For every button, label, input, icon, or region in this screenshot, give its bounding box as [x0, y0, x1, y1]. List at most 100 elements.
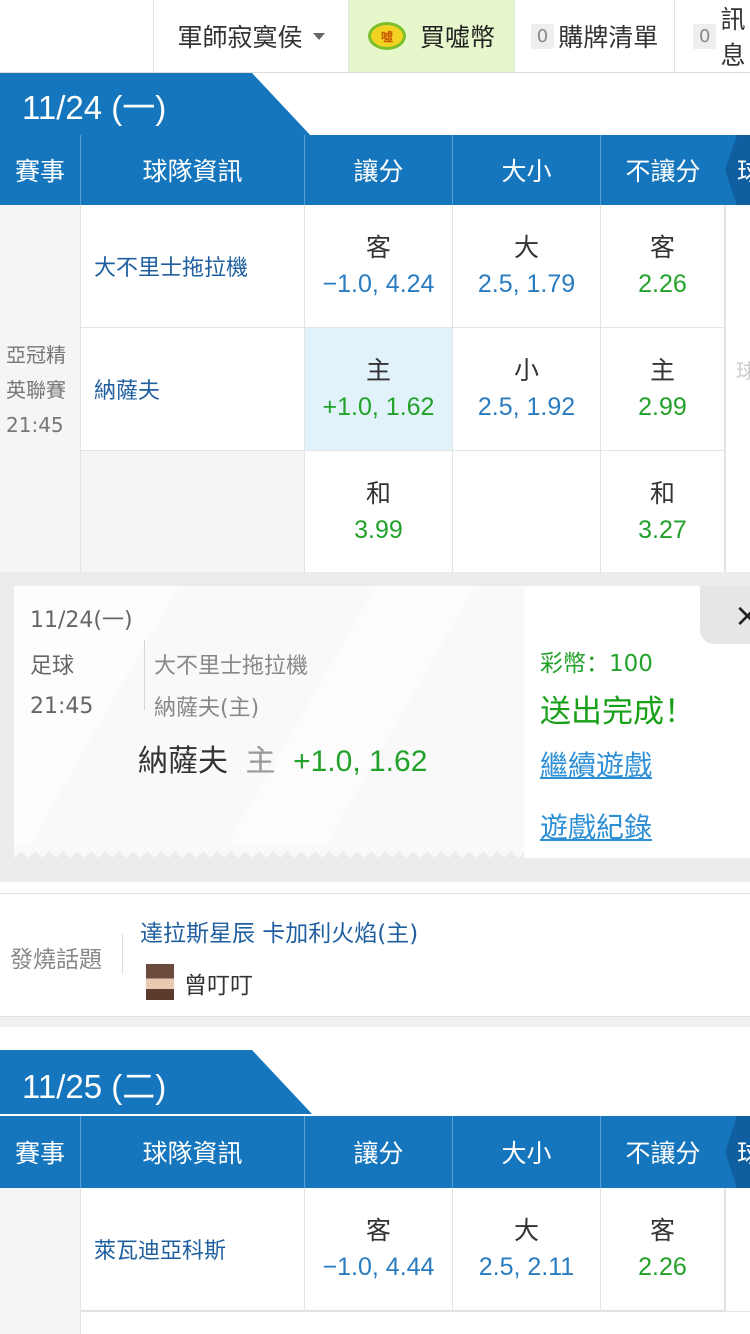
odds-total-under[interactable]: 小 2.5, 1.92 [453, 328, 601, 451]
ticket-time: 21:45 [30, 694, 94, 719]
header-spread: 讓分 [305, 1116, 453, 1188]
ticket-date: 11/24(一) [30, 608, 133, 633]
odds-label: 客 [649, 1216, 675, 1245]
date-tab: 11/25 (二) [0, 1050, 312, 1116]
odds-value: +1.0, 1.62 [322, 393, 435, 421]
game-history-link[interactable]: 遊戲紀錄 [540, 806, 652, 846]
team-away[interactable]: 大不里士拖拉機 [81, 205, 305, 328]
bet-list-count: 0 [530, 23, 555, 49]
hot-topic-divider [122, 934, 123, 974]
coins-text: 彩幣：100 [540, 651, 653, 677]
odds-spread-draw[interactable]: 和 3.99 [305, 451, 453, 574]
bet-ticket: 11/24(一) 足球 21:45 大不里士拖拉機 納薩夫(主) 納薩夫 主 +… [14, 586, 524, 844]
next-row-partial [81, 1311, 750, 1334]
messages-count: 0 [693, 23, 717, 49]
buy-coins-button[interactable]: 噓 買噓幣 [348, 0, 514, 72]
ticket-away-team: 大不里士拖拉機 [154, 654, 309, 679]
odds-label: 大 [513, 1216, 539, 1245]
header-moneyline: 不讓分 [625, 157, 701, 186]
header-team-info: 球隊資訊 [81, 1116, 305, 1188]
chevron-down-icon [312, 32, 325, 40]
continue-game-link[interactable]: 繼續遊戲 [540, 744, 652, 784]
header-match: 賽事 [0, 1116, 81, 1188]
ticket-pick: 納薩夫 主 +1.0, 1.62 [138, 736, 427, 780]
odds-label: 主 [365, 356, 391, 385]
odds-ml-home[interactable]: 主 2.99 [601, 328, 725, 451]
table-header: 賽事 球隊資訊 讓分 大小 不讓分 球 [0, 135, 750, 205]
date-tab: 11/24 (一) [0, 73, 312, 137]
team-home[interactable]: 納薩夫 [81, 328, 305, 451]
bet-confirmation-panel: 11/24(一) 足球 21:45 大不里士拖拉機 納薩夫(主) 納薩夫 主 +… [0, 572, 750, 882]
odds-value: −1.0, 4.44 [322, 1253, 435, 1281]
hot-topic-title[interactable]: 達拉斯星辰 卡加利火焰(主) [140, 914, 418, 948]
close-icon[interactable]: × [700, 586, 750, 644]
bet-list-label: 購牌清單 [558, 23, 659, 52]
section-gap [0, 1017, 750, 1027]
odds-total-over[interactable]: 大 2.5, 1.79 [453, 205, 601, 328]
odds-label: 小 [513, 356, 539, 385]
odds-label: 客 [365, 233, 391, 262]
odds-value: 2.26 [638, 270, 687, 298]
ticket-pick-odds: +1.0, 1.62 [293, 745, 428, 778]
odds-label: 和 [649, 479, 675, 508]
odds-value: 2.5, 1.79 [477, 270, 576, 298]
header-more-tab[interactable]: 球 [725, 135, 750, 205]
bet-list-button[interactable]: 0 購牌清單 [514, 0, 674, 72]
buy-coins-label: 買噓幣 [419, 23, 495, 52]
date-label: 11/24 (一) [22, 89, 167, 126]
odds-value: 2.5, 2.11 [478, 1253, 575, 1281]
avatar [146, 964, 174, 1000]
user-name: 軍師寂寞侯 [177, 23, 303, 52]
messages-label: 訊息 [720, 5, 746, 70]
messages-button[interactable]: 0 訊息 [674, 0, 750, 72]
odds-value: 2.26 [638, 1253, 687, 1281]
ticket-sport: 足球 [30, 654, 75, 679]
odds-ml-away[interactable]: 客 2.26 [601, 1188, 725, 1311]
odds-label: 和 [365, 479, 391, 508]
odds-value: 2.5, 1.92 [477, 393, 576, 421]
odds-total-over[interactable]: 大 2.5, 2.11 [453, 1188, 601, 1311]
user-menu[interactable]: 軍師寂寞侯 [153, 0, 348, 72]
team-away[interactable]: 萊瓦迪亞科斯 [81, 1188, 305, 1311]
more-column-stub: 球 [725, 205, 750, 572]
league-cell: 亞冠精英聯賽 21:45 [0, 205, 81, 572]
league-name: 亞冠精英聯賽 [6, 343, 66, 402]
odds-total-empty [453, 451, 601, 574]
header-total: 大小 [453, 135, 601, 205]
header-team-info: 球隊資訊 [81, 135, 305, 205]
odds-label: 客 [365, 1216, 391, 1245]
odds-spread-away[interactable]: 客 −1.0, 4.24 [305, 205, 453, 328]
odds-label: 客 [649, 233, 675, 262]
odds-label: 大 [513, 233, 539, 262]
coin-icon: 噓 [367, 22, 406, 50]
table-header: 賽事 球隊資訊 讓分 大小 不讓分 球 [0, 1116, 750, 1188]
submit-success-text: 送出完成！ [540, 694, 695, 730]
match-time: 21:45 [6, 413, 64, 437]
odds-ml-draw[interactable]: 和 3.27 [601, 451, 725, 574]
league-cell [0, 1188, 81, 1334]
top-nav: 軍師寂寞侯 噓 買噓幣 0 購牌清單 0 訊息 [0, 0, 750, 73]
header-total: 大小 [453, 1116, 601, 1188]
odds-value: −1.0, 4.24 [322, 270, 435, 298]
hot-topic-bar: 發燒話題 達拉斯星辰 卡加利火焰(主) 曾叮叮 [0, 893, 750, 1017]
odds-label: 主 [649, 356, 675, 385]
date-label: 11/25 (二) [22, 1068, 167, 1105]
ticket-zigzag-edge [14, 844, 524, 858]
more-column-label: 球 [736, 359, 750, 383]
header-more-tab[interactable]: 球 [725, 1116, 750, 1188]
ticket-pick-team: 納薩夫 [138, 744, 228, 779]
odds-spread-away[interactable]: 客 −1.0, 4.44 [305, 1188, 453, 1311]
header-spread: 讓分 [305, 135, 453, 205]
odds-value: 3.27 [638, 516, 687, 544]
ticket-home-team: 納薩夫(主) [154, 696, 260, 721]
odds-value: 3.99 [354, 516, 403, 544]
hot-topic-author[interactable]: 曾叮叮 [184, 966, 253, 1000]
header-match: 賽事 [0, 135, 81, 205]
header-moneyline: 不讓分 [625, 1139, 701, 1168]
team-draw-empty [81, 451, 305, 574]
odds-spread-home-selected[interactable]: 主 +1.0, 1.62 [305, 328, 453, 451]
ticket-pick-side: 主 [245, 744, 276, 779]
odds-ml-away[interactable]: 客 2.26 [601, 205, 725, 328]
ticket-divider [144, 640, 145, 710]
odds-value: 2.99 [638, 393, 687, 421]
